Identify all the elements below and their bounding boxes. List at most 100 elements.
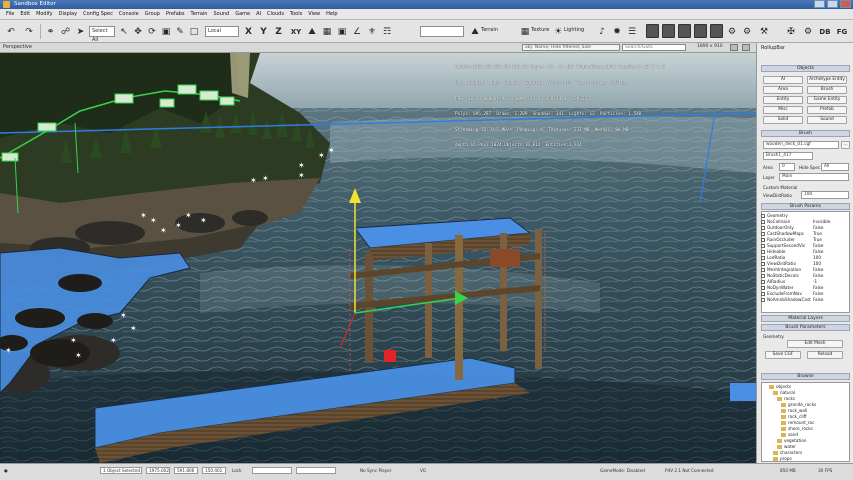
reference-coordinate-field[interactable]: Local xyxy=(205,26,239,37)
menu-display[interactable]: Display xyxy=(56,9,80,20)
db-icon[interactable]: DB xyxy=(818,23,832,40)
menu-edit[interactable]: Edit xyxy=(17,9,33,20)
edit-mesh-button[interactable]: Edit Mesh xyxy=(787,340,843,348)
facial-editor-icon[interactable] xyxy=(710,24,723,38)
menu-clouds[interactable]: Clouds xyxy=(264,9,287,20)
param-checkbox[interactable] xyxy=(761,213,765,218)
axis-z-button[interactable]: Z xyxy=(273,23,284,40)
pointer-icon[interactable]: ↖ xyxy=(118,23,130,40)
param-checkbox[interactable] xyxy=(761,249,765,254)
hide-spec-field[interactable]: All xyxy=(821,163,849,171)
viewport-resolution[interactable]: 1890 x 910 xyxy=(697,44,723,49)
fg-icon[interactable]: FG xyxy=(836,23,848,40)
brush-section-header[interactable]: Brush xyxy=(761,130,850,137)
layer-field[interactable]: Main xyxy=(779,173,849,181)
lighting-button-label[interactable]: Lighting xyxy=(564,27,584,33)
viewdist-field[interactable]: 100 xyxy=(801,191,849,199)
viewport-maximize-icon[interactable] xyxy=(730,44,738,51)
camera-icon[interactable]: ▣ xyxy=(336,23,348,40)
layers-icon[interactable]: ☶ xyxy=(381,23,393,40)
scale-icon[interactable]: ▣ xyxy=(160,23,172,40)
object-button-sound[interactable]: Sound xyxy=(807,116,847,124)
axis-y-button[interactable]: Y xyxy=(258,23,269,40)
texture-button-label[interactable]: Texture xyxy=(531,27,549,33)
area-field[interactable]: 0 xyxy=(779,163,795,171)
magnet-icon[interactable]: ⚜ xyxy=(366,23,378,40)
object-button-ai[interactable]: AI xyxy=(763,76,803,84)
brush-params-header[interactable]: Brush Params xyxy=(761,203,850,210)
database-view-icon[interactable] xyxy=(646,24,659,38)
material-editor-icon[interactable] xyxy=(662,24,675,38)
vg-toggle[interactable]: VG xyxy=(420,468,426,473)
menu-file[interactable]: File xyxy=(3,9,17,20)
angle-size-field[interactable] xyxy=(296,467,336,474)
param-checkbox[interactable] xyxy=(761,297,765,302)
menu-prefabs[interactable]: Prefabs xyxy=(163,9,188,20)
viewport-search-input[interactable]: Search/Goto xyxy=(622,44,686,51)
lock-toggle[interactable]: Lock xyxy=(232,468,242,473)
param-checkbox[interactable] xyxy=(761,219,765,224)
close-button[interactable] xyxy=(840,0,851,8)
browse-header[interactable]: Browse xyxy=(761,373,850,380)
object-button-entity[interactable]: Entity xyxy=(763,96,803,104)
menu-config-spec[interactable]: Config Spec xyxy=(80,9,116,20)
snap-value-field[interactable] xyxy=(420,26,464,37)
tree-item[interactable]: props xyxy=(773,456,841,462)
object-button-area[interactable]: Area xyxy=(763,86,803,94)
axis-x-button[interactable]: X xyxy=(243,23,254,40)
terrain-icon[interactable]: ⛰ xyxy=(470,23,480,40)
menu-terrain[interactable]: Terrain xyxy=(188,9,211,20)
menu-sound[interactable]: Sound xyxy=(210,9,232,20)
coord-y-field[interactable]: 591.806 xyxy=(174,467,198,474)
save-cgf-button[interactable]: Save CGF xyxy=(765,351,801,359)
menu-view[interactable]: View xyxy=(305,9,323,20)
viewport-filter[interactable]: obj: Name; Hide filtered; Size xyxy=(522,44,620,51)
texture-icon[interactable]: ▦ xyxy=(520,23,530,40)
ruler-icon[interactable]: □ xyxy=(188,23,200,40)
param-checkbox[interactable] xyxy=(761,225,765,230)
sync-player-toggle[interactable]: No Sync Player xyxy=(360,468,391,473)
perspective-viewport[interactable]: Perspective obj: Name; Hide filtered; Si… xyxy=(0,43,756,463)
menu-game[interactable]: Game xyxy=(232,9,253,20)
param-checkbox[interactable] xyxy=(761,273,765,278)
settings-gear-icon[interactable]: ⚙ xyxy=(726,23,738,40)
maximize-button[interactable] xyxy=(827,0,838,8)
axis-xy-button[interactable]: XY xyxy=(289,23,303,40)
param-checkbox[interactable] xyxy=(761,237,765,242)
viewport-label[interactable]: Perspective xyxy=(3,44,32,50)
material-layers-header[interactable]: Material Layers xyxy=(761,315,850,322)
sound-icon[interactable]: ♪ xyxy=(596,23,608,40)
particles-icon[interactable]: ✹ xyxy=(611,23,623,40)
objects-section-header[interactable]: Objects xyxy=(761,65,850,72)
brush-name-field[interactable]: Brush1_417 xyxy=(763,152,813,160)
object-button-brush[interactable]: Brush xyxy=(807,86,847,94)
object-button-prefab[interactable]: Prefab xyxy=(807,106,847,114)
select-icon[interactable]: ➤ xyxy=(74,23,87,40)
move-icon[interactable]: ✥ xyxy=(132,23,144,40)
redo-icon[interactable]: ↷ xyxy=(22,23,36,40)
menu-help[interactable]: Help xyxy=(323,9,340,20)
object-button-solid[interactable]: Solid xyxy=(763,116,803,124)
gear-icon[interactable]: ⚙ xyxy=(741,23,753,40)
param-checkbox[interactable] xyxy=(761,231,765,236)
flowgraph-icon[interactable]: ☰ xyxy=(626,23,638,40)
menu-ai[interactable]: AI xyxy=(253,9,264,20)
undo-icon[interactable]: ↶ xyxy=(4,23,18,40)
angle-snap-icon[interactable]: ∠ xyxy=(351,23,363,40)
grid-size-field[interactable] xyxy=(252,467,292,474)
terrain-snap-icon[interactable]: ⛰ xyxy=(306,23,318,40)
param-checkbox[interactable] xyxy=(761,243,765,248)
character-editor-icon[interactable] xyxy=(678,24,691,38)
param-checkbox[interactable] xyxy=(761,255,765,260)
coord-x-field[interactable]: 1975.002 xyxy=(146,467,170,474)
track-view-icon[interactable] xyxy=(694,24,707,38)
param-checkbox[interactable] xyxy=(761,279,765,284)
menu-console[interactable]: Console xyxy=(116,9,142,20)
brush-file-field[interactable]: wooden_deck_01.cgf xyxy=(763,141,839,149)
minimize-button[interactable] xyxy=(814,0,825,8)
grid-snap-icon[interactable]: ▦ xyxy=(321,23,333,40)
reload-button[interactable]: Reload xyxy=(807,351,843,359)
param-row[interactable]: NoAmnbShadowCast False xyxy=(761,297,841,303)
menu-tools[interactable]: Tools xyxy=(287,9,305,20)
selection-mask-field[interactable]: Select All xyxy=(89,26,115,43)
